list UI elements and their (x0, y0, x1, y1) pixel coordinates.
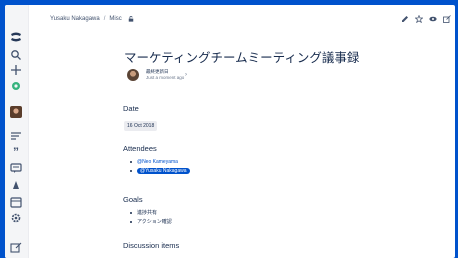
share-icon[interactable] (442, 14, 452, 24)
feedback-icon[interactable] (9, 161, 23, 175)
user-mention-self[interactable]: @Yusaku Nakagawa (137, 168, 190, 174)
global-sidebar: ” (5, 5, 29, 258)
profile-avatar[interactable] (9, 105, 23, 119)
notifications-icon[interactable] (9, 79, 23, 93)
discussion-items-heading: Discussion items (123, 241, 180, 250)
breadcrumb-space[interactable]: Yusaku Nakagawa (50, 16, 100, 22)
author-avatar[interactable] (127, 69, 139, 81)
list-item: 進捗共有 (129, 209, 172, 218)
list-item: @Yusaku Nakagawa (129, 167, 190, 176)
breadcrumb: Yusaku Nakagawa / Misc (50, 16, 134, 22)
chevron-right-icon[interactable]: › (185, 72, 187, 78)
app-window: ” Yusaku Nakagawa / Misc マーケティングチームミーティン… (5, 5, 455, 258)
recent-pages-icon[interactable] (9, 129, 23, 143)
byline-time: Just a moment ago (146, 75, 185, 80)
confluence-logo-icon[interactable] (9, 30, 23, 44)
people-icon[interactable] (9, 178, 23, 192)
goals-list: 進捗共有 アクション確認 (129, 209, 172, 227)
goals-heading: Goals (123, 195, 143, 204)
user-mention[interactable]: @Neo Kameyama (137, 159, 178, 165)
edit-icon[interactable] (400, 14, 410, 24)
star-icon[interactable] (414, 14, 424, 24)
attendees-heading: Attendees (123, 144, 157, 153)
page-title: マーケティングチームミーティング議事録 (124, 51, 360, 65)
search-icon[interactable] (9, 48, 23, 62)
breadcrumb-separator: / (103, 16, 106, 22)
watch-icon[interactable] (428, 14, 438, 24)
page-header: Yusaku Nakagawa / Misc (28, 5, 455, 35)
expand-sidebar-icon[interactable] (9, 241, 23, 255)
attendees-list: @Neo Kameyama @Yusaku Nakagawa (129, 158, 190, 176)
date-heading: Date (123, 104, 139, 113)
date-lozenge[interactable]: 16 Oct 2018 (124, 121, 158, 131)
list-item: @Neo Kameyama (129, 158, 190, 167)
breadcrumb-page[interactable]: Misc (109, 16, 121, 22)
quotes-icon[interactable]: ” (9, 145, 23, 159)
page-restrictions-icon[interactable] (128, 16, 134, 22)
calendar-icon[interactable] (9, 195, 23, 209)
create-plus-icon[interactable] (9, 63, 23, 77)
settings-icon[interactable] (9, 211, 23, 225)
page-byline: 最終更新日 Just a moment ago › (127, 67, 247, 83)
list-item: アクション確認 (129, 218, 172, 227)
